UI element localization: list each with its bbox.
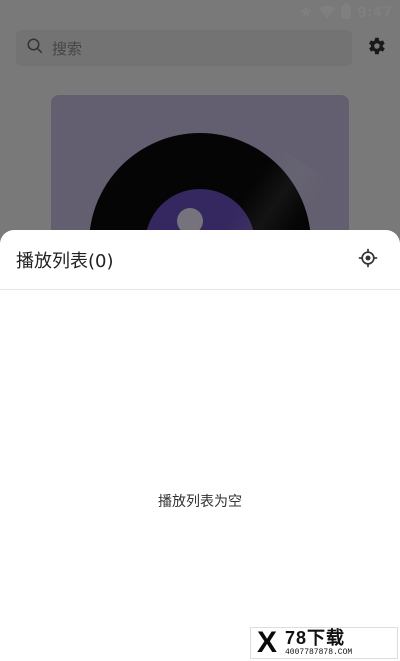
locate-icon <box>358 248 378 272</box>
playlist-title: 播放列表(0) <box>16 250 114 272</box>
sheet-header: 播放列表(0) <box>0 230 400 290</box>
watermark-x-logo: X <box>256 626 277 659</box>
site-watermark: X 78下载 4007787878.COM <box>250 626 398 659</box>
playlist-bottom-sheet: 播放列表(0) 播放列表为空 <box>0 230 400 661</box>
watermark-url: 4007787878.COM <box>285 648 353 657</box>
watermark-text: 78下载 4007787878.COM <box>283 629 352 657</box>
locate-current-button[interactable] <box>356 248 380 272</box>
empty-playlist-message: 播放列表为空 <box>158 494 242 510</box>
watermark-brand: 78下载 <box>285 628 346 648</box>
